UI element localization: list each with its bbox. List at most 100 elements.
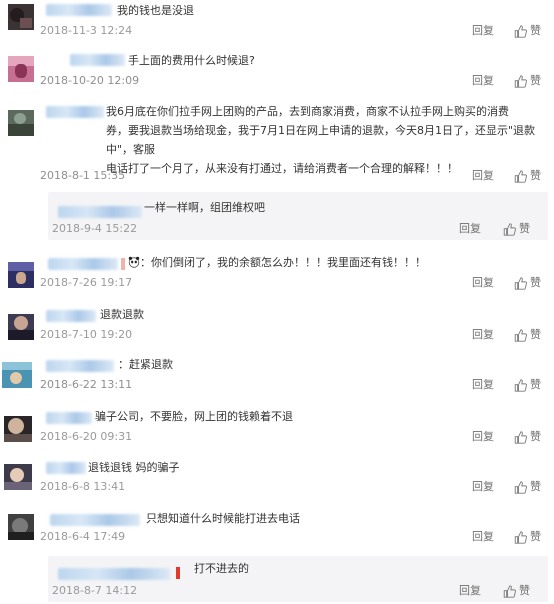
like-button[interactable]: 赞 [514, 169, 541, 183]
reply-button[interactable]: 回复 [472, 24, 494, 38]
reply-item: 打不进去的 2018-8-7 14:12 回复 赞 [48, 556, 548, 602]
badge-icon [176, 567, 180, 579]
like-label: 赞 [530, 276, 541, 289]
comment-text: ：你们倒闭了，我的余额怎么办！！！我里面还有钱！！！ [140, 256, 426, 269]
comment-timestamp: 2018-7-10 19:20 [40, 328, 133, 341]
like-button[interactable]: 赞 [514, 378, 541, 392]
panda-emoji-icon [128, 256, 140, 268]
comment-item: 只想知道什么时候能打进去电话 2018-6-4 17:49 回复 赞 [0, 508, 554, 552]
username[interactable] [46, 360, 114, 372]
like-label: 赞 [530, 328, 541, 341]
like-button[interactable]: 赞 [514, 530, 541, 544]
comment-timestamp: 2018-6-22 13:11 [40, 378, 133, 391]
username[interactable] [70, 54, 125, 66]
comment-text: 退款退款 [100, 308, 144, 321]
avatar[interactable] [8, 4, 34, 30]
avatar[interactable] [8, 110, 34, 136]
comment-item: 我6月底在你们拉手网上团购的产品，去到商家消费，商家不认拉手网上购买的消费 券，… [0, 100, 554, 186]
comment-item: ：你们倒闭了，我的余额怎么办！！！我里面还有钱！！！ 2018-7-26 19:… [0, 252, 554, 298]
avatar[interactable] [8, 56, 34, 82]
like-button[interactable]: 赞 [514, 430, 541, 444]
reply-button[interactable]: 回复 [472, 378, 494, 392]
like-button[interactable]: 赞 [514, 24, 541, 38]
comment-timestamp: 2018-10-20 12:09 [40, 74, 140, 87]
like-button[interactable]: 赞 [514, 276, 541, 290]
username[interactable] [46, 462, 86, 474]
like-button[interactable]: 赞 [503, 222, 530, 236]
like-label: 赞 [530, 378, 541, 391]
reply-button[interactable]: 回复 [472, 480, 494, 494]
like-label: 赞 [530, 74, 541, 87]
reply-button[interactable]: 回复 [472, 530, 494, 544]
thumbs-up-icon [503, 584, 516, 598]
comment-item: ：赶紧退款 2018-6-22 13:11 回复 赞 [0, 354, 554, 400]
comment-text: 骗子公司，不要脸，网上团的钱赖着不退 [95, 410, 293, 423]
badge-icon [121, 258, 125, 270]
thumbs-up-icon [514, 328, 527, 342]
comment-timestamp: 2018-8-1 15:35 [40, 169, 126, 182]
avatar[interactable] [8, 314, 34, 340]
username[interactable] [46, 4, 112, 16]
like-label: 赞 [519, 222, 530, 235]
comment-text: 打不进去的 [194, 562, 249, 575]
comment-timestamp: 2018-9-4 15:22 [52, 222, 138, 235]
username[interactable] [58, 568, 170, 580]
username[interactable] [46, 106, 104, 118]
comment-timestamp: 2018-6-8 13:41 [40, 480, 126, 493]
username[interactable] [48, 258, 118, 270]
like-button[interactable]: 赞 [514, 74, 541, 88]
like-button[interactable]: 赞 [514, 480, 541, 494]
like-button[interactable]: 赞 [503, 584, 530, 598]
comment-text: ：赶紧退款 [118, 358, 173, 371]
comment-text: 我6月底在你们拉手网上团购的产品，去到商家消费，商家不认拉手网上购买的消费 券，… [106, 105, 536, 175]
reply-button[interactable]: 回复 [472, 430, 494, 444]
thumbs-up-icon [514, 480, 527, 494]
comment-timestamp: 2018-6-20 09:31 [40, 430, 133, 443]
like-label: 赞 [530, 430, 541, 443]
avatar[interactable] [4, 416, 32, 442]
comment-item: 我的钱也是没退 2018-11-3 12:24 回复 赞 [0, 0, 554, 46]
reply-button[interactable]: 回复 [472, 169, 494, 183]
comment-item: 退款退款 2018-7-10 19:20 回复 赞 [0, 304, 554, 350]
thumbs-up-icon [514, 74, 527, 88]
avatar[interactable] [4, 464, 32, 490]
like-button[interactable]: 赞 [514, 328, 541, 342]
comment-item: 手上面的费用什么时候退? 2018-10-20 12:09 回复 赞 [0, 50, 554, 96]
thumbs-up-icon [514, 430, 527, 444]
comment-text: 手上面的费用什么时候退? [128, 54, 255, 67]
like-label: 赞 [530, 530, 541, 543]
comment-timestamp: 2018-6-4 17:49 [40, 530, 126, 543]
like-label: 赞 [519, 584, 530, 597]
username[interactable] [46, 310, 96, 322]
thumbs-up-icon [514, 530, 527, 544]
reply-button[interactable]: 回复 [459, 222, 481, 236]
reply-button[interactable]: 回复 [472, 276, 494, 290]
comment-text: 一样一样啊，组团维权吧 [144, 201, 265, 214]
thumbs-up-icon [514, 276, 527, 290]
thumbs-up-icon [503, 222, 516, 236]
comment-timestamp: 2018-7-26 19:17 [40, 276, 133, 289]
comment-text: 我的钱也是没退 [117, 4, 194, 17]
avatar[interactable] [8, 514, 34, 540]
like-label: 赞 [530, 24, 541, 37]
avatar[interactable] [2, 362, 32, 388]
comment-text: 只想知道什么时候能打进去电话 [146, 512, 300, 525]
username[interactable] [50, 514, 140, 526]
reply-button[interactable]: 回复 [472, 74, 494, 88]
thumbs-up-icon [514, 169, 527, 183]
username[interactable] [46, 412, 92, 424]
comment-timestamp: 2018-8-7 14:12 [52, 584, 138, 597]
comment-item: 骗子公司，不要脸，网上团的钱赖着不退 2018-6-20 09:31 回复 赞 [0, 406, 554, 452]
like-label: 赞 [530, 480, 541, 493]
comment-timestamp: 2018-11-3 12:24 [40, 24, 133, 37]
username[interactable] [58, 206, 142, 218]
comment-item: 退钱退钱 妈的骗子 2018-6-8 13:41 回复 赞 [0, 458, 554, 504]
reply-button[interactable]: 回复 [472, 328, 494, 342]
thumbs-up-icon [514, 378, 527, 392]
thumbs-up-icon [514, 24, 527, 38]
like-label: 赞 [530, 169, 541, 182]
avatar[interactable] [8, 262, 34, 288]
reply-item: 一样一样啊，组团维权吧 2018-9-4 15:22 回复 赞 [48, 192, 548, 240]
reply-button[interactable]: 回复 [459, 584, 481, 598]
comment-text: 退钱退钱 妈的骗子 [88, 461, 180, 474]
